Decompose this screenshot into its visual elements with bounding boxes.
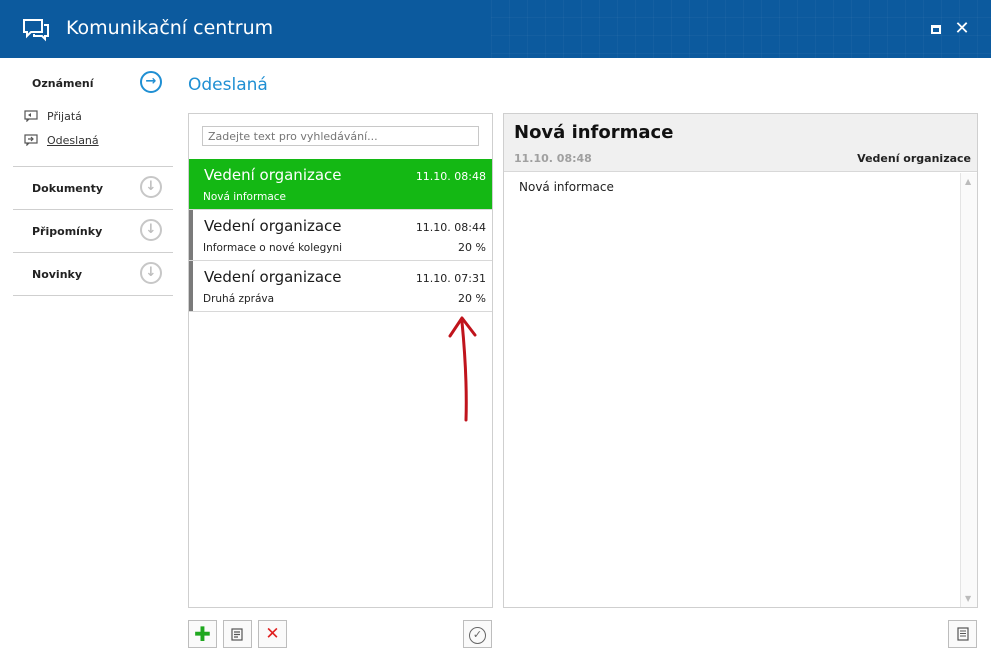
confirm-button[interactable]: ✓: [463, 620, 492, 648]
sidebar-item-odeslana[interactable]: Odeslaná: [13, 128, 173, 152]
sidebar-item-label: Přijatá: [47, 109, 82, 123]
arrow-right-circle-icon[interactable]: →: [140, 71, 162, 93]
status-bar: [189, 210, 193, 260]
message-subject: Informace o nové kolegyni: [203, 242, 343, 254]
message-percent: 20 %: [458, 241, 486, 254]
title-bar-pattern: [491, 0, 991, 58]
message-from: Vedení organizace: [204, 268, 342, 286]
edit-icon: [231, 628, 243, 641]
search-input[interactable]: [202, 126, 479, 146]
message-time: 11.10. 08:44: [415, 221, 486, 234]
document-button[interactable]: [948, 620, 977, 648]
maximize-button[interactable]: [927, 20, 945, 38]
message-from: Vedení organizace: [204, 166, 342, 184]
delete-button[interactable]: ✕: [258, 620, 287, 648]
message-subject: Nová informace: [203, 191, 286, 203]
document-icon: [956, 627, 969, 641]
window-title: Komunikační centrum: [66, 17, 274, 39]
sidebar-item-label: Odeslaná: [47, 133, 99, 147]
sidebar: Oznámení → Přijatá Odeslaná Dokumenty ↓ …: [13, 62, 173, 296]
annotation-arrow-icon: [448, 316, 477, 422]
divider: [13, 295, 173, 296]
page-title: Odeslaná: [188, 75, 268, 95]
delete-icon: ✕: [265, 624, 280, 644]
add-button[interactable]: ✚: [188, 620, 217, 648]
arrow-down-circle-icon[interactable]: ↓: [140, 176, 162, 198]
message-subject: Druhá zpráva: [203, 293, 275, 305]
detail-header: Nová informace 11.10. 08:48 Vedení organ…: [504, 114, 977, 172]
arrow-down-circle-icon[interactable]: ↓: [140, 219, 162, 241]
sent-icon: [24, 134, 38, 147]
message-from: Vedení organizace: [204, 217, 342, 235]
message-row[interactable]: Vedení organizace 11.10. 07:31 Druhá zpr…: [189, 261, 492, 312]
inbox-icon: [24, 110, 38, 123]
sidebar-group-label: Připomínky: [32, 224, 103, 238]
sidebar-group-label: Oznámení: [32, 76, 94, 90]
message-row[interactable]: Vedení organizace 11.10. 08:44 Informace…: [189, 210, 492, 261]
check-circle-icon: ✓: [469, 627, 486, 644]
message-percent: 20 %: [458, 292, 486, 305]
sidebar-group-novinky[interactable]: Novinky ↓: [13, 253, 173, 295]
plus-icon: ✚: [194, 622, 211, 646]
title-bar: Komunikační centrum ✕: [0, 0, 991, 58]
message-detail-panel: Nová informace 11.10. 08:48 Vedení organ…: [503, 113, 978, 608]
message-list: Vedení organizace 11.10. 08:48 Nová info…: [189, 159, 492, 312]
edit-button[interactable]: [223, 620, 252, 648]
sidebar-group-label: Novinky: [32, 267, 83, 281]
close-button[interactable]: ✕: [953, 20, 971, 38]
detail-from: Vedení organizace: [857, 152, 971, 165]
sidebar-group-pripominky[interactable]: Připomínky ↓: [13, 210, 173, 252]
message-time: 11.10. 07:31: [415, 272, 486, 285]
sidebar-item-prijata[interactable]: Přijatá: [13, 104, 173, 128]
sidebar-group-dokumenty[interactable]: Dokumenty ↓: [13, 167, 173, 209]
sidebar-group-label: Dokumenty: [32, 181, 104, 195]
detail-date: 11.10. 08:48: [514, 152, 592, 165]
detail-scrollbar[interactable]: ▲ ▼: [960, 173, 977, 607]
message-time: 11.10. 08:48: [415, 170, 486, 183]
detail-body: Nová informace: [519, 180, 614, 194]
maximize-icon: [931, 25, 941, 34]
sidebar-group-oznameni[interactable]: Oznámení →: [13, 62, 173, 104]
chat-bubbles-icon: [23, 19, 49, 42]
detail-title: Nová informace: [514, 122, 674, 143]
arrow-down-circle-icon[interactable]: ↓: [140, 262, 162, 284]
status-bar: [189, 261, 193, 311]
scroll-up-icon[interactable]: ▲: [965, 177, 971, 186]
scroll-down-icon[interactable]: ▼: [965, 594, 971, 603]
message-row[interactable]: Vedení organizace 11.10. 08:48 Nová info…: [189, 159, 492, 210]
